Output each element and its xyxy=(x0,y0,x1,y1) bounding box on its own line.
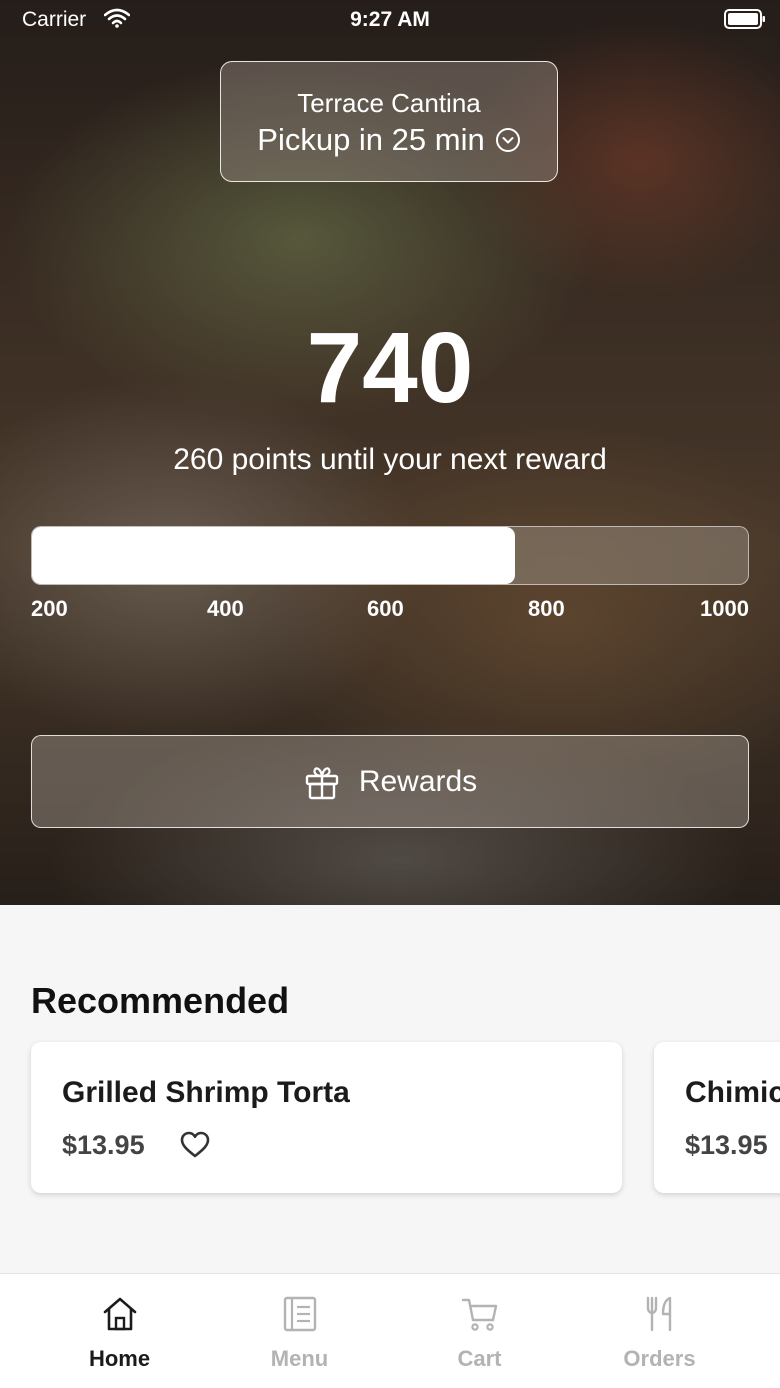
status-time: 9:27 AM xyxy=(350,8,430,31)
location-selector[interactable]: Terrace Cantina Pickup in 25 min xyxy=(220,61,558,182)
chevron-down-circle-icon xyxy=(495,128,520,152)
points-message: 260 points until your next reward xyxy=(173,443,607,476)
item-price: $13.95 xyxy=(685,1130,768,1160)
tab-cart[interactable]: Cart xyxy=(382,1274,577,1388)
tab-label: Cart xyxy=(457,1346,502,1371)
battery-icon xyxy=(724,9,765,29)
tick-label: 800 xyxy=(528,596,565,621)
item-name: Grilled Shrimp Torta xyxy=(62,1076,350,1109)
recommended-item-card[interactable]: Chimic $13.95 xyxy=(654,1042,780,1193)
status-bar: Carrier 9:27 AM xyxy=(0,0,780,40)
pickup-label: Pickup in 25 min xyxy=(257,122,485,157)
item-name: Chimic xyxy=(685,1076,780,1109)
tab-label: Home xyxy=(88,1346,151,1371)
pickup-time: Pickup in 25 min xyxy=(221,122,557,158)
tick-label: 200 xyxy=(31,596,68,621)
home-icon xyxy=(103,1297,137,1331)
tab-bar: Home Menu Cart Orders xyxy=(0,1273,780,1388)
rewards-button[interactable]: Rewards xyxy=(31,735,749,828)
points-total: 740 xyxy=(306,312,474,424)
tick-label: 400 xyxy=(207,596,244,621)
menu-icon xyxy=(283,1296,317,1332)
tab-label: Menu xyxy=(270,1346,329,1371)
tab-label: Orders xyxy=(623,1346,696,1371)
tab-home[interactable]: Home xyxy=(22,1274,217,1388)
utensils-icon xyxy=(646,1296,672,1332)
item-price: $13.95 xyxy=(62,1130,145,1160)
tick-label: 600 xyxy=(367,596,404,621)
gift-icon xyxy=(305,766,339,799)
tab-menu[interactable]: Menu xyxy=(202,1274,397,1388)
points-progress-fill xyxy=(32,527,516,584)
points-progress-bar xyxy=(31,526,749,585)
tick-label: 1000 xyxy=(700,596,749,621)
cart-icon xyxy=(461,1298,498,1331)
recommended-heading: Recommended xyxy=(31,980,290,1021)
heart-icon[interactable] xyxy=(180,1130,210,1160)
rewards-button-label: Rewards xyxy=(358,764,478,798)
tab-orders[interactable]: Orders xyxy=(562,1274,757,1388)
recommended-item-card[interactable]: Grilled Shrimp Torta $13.95 xyxy=(31,1042,622,1193)
restaurant-name: Terrace Cantina xyxy=(297,88,481,118)
progress-tick-labels: 200 400 600 800 1000 xyxy=(31,596,749,626)
